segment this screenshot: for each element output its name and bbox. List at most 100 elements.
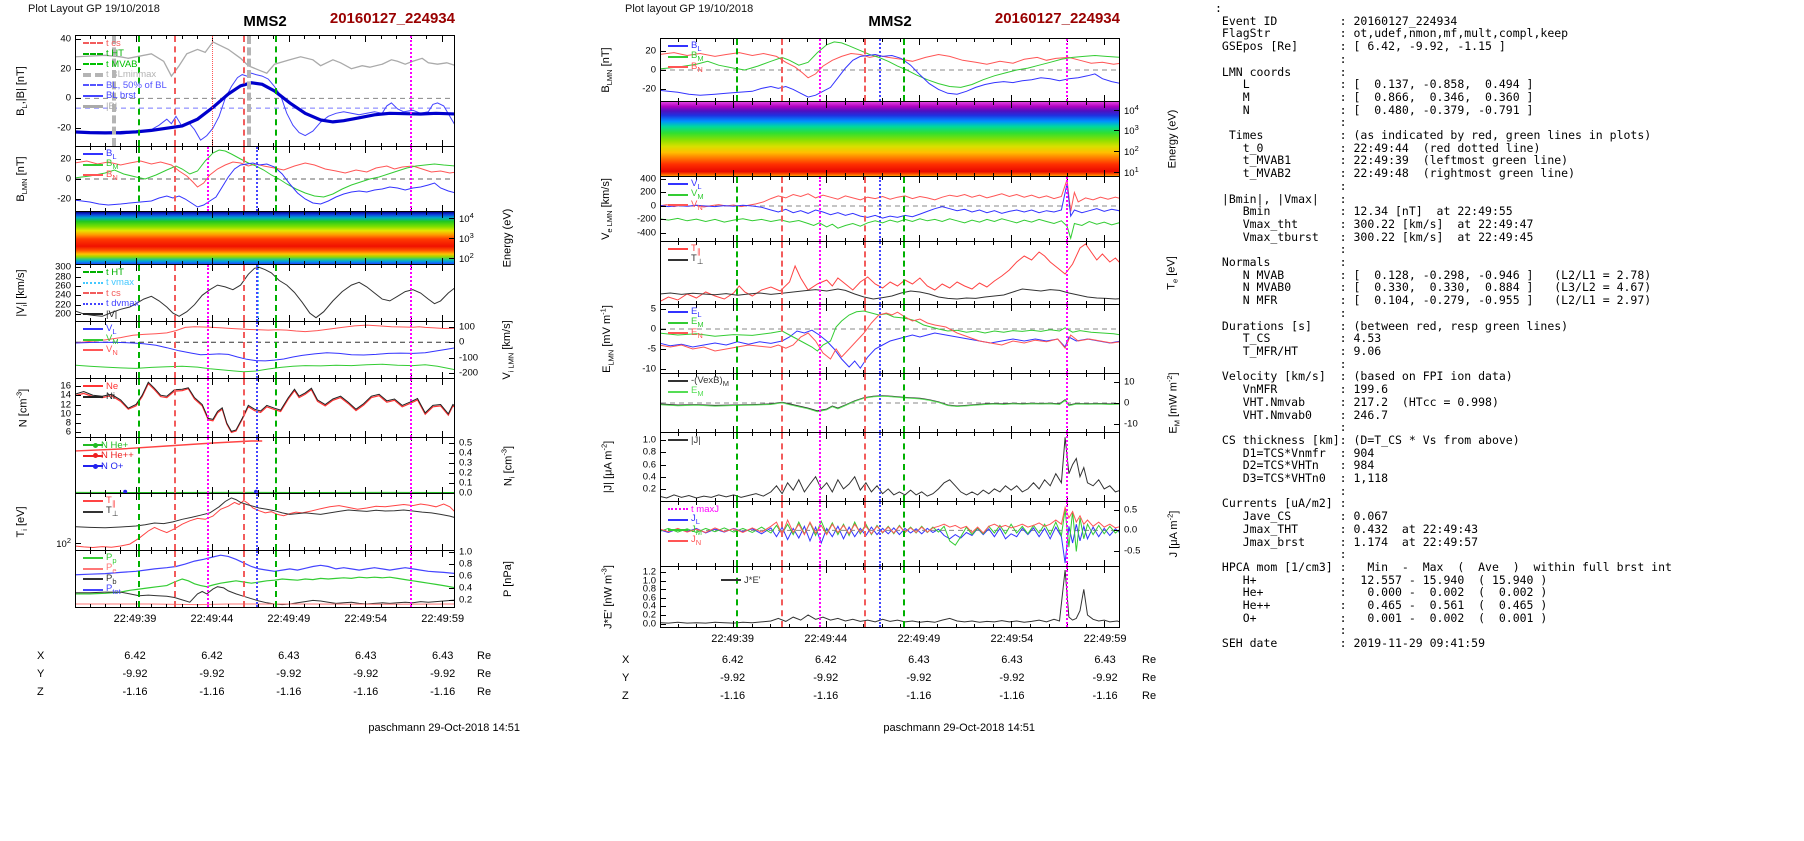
panel-ion-spectrogram: 104 103 102 Energy (eV): [75, 209, 514, 267]
tick-label: -0.5: [1124, 545, 1141, 557]
event-marker-line: [410, 494, 413, 550]
tick-label: 0.8: [459, 558, 473, 570]
event-marker-line: [255, 494, 258, 550]
legend-line-sample: [668, 204, 688, 207]
event-marker-line: [206, 322, 209, 378]
tick-label: 0.2: [642, 483, 656, 495]
legend-line-sample: [668, 45, 688, 48]
legend-label: Ni: [106, 391, 115, 403]
position-value: -1.16: [906, 690, 932, 702]
legend-label: t BLminmax: [106, 69, 157, 81]
panel-jlmn: 0.5 0.0 -0.5 J [μA m-2] t maxJ JL JM JN: [660, 501, 1180, 567]
legend-line-sample: [668, 321, 688, 324]
tick-label: 0.6: [642, 459, 656, 471]
tick-label: 102: [1124, 143, 1139, 158]
event-marker-line: [206, 147, 209, 211]
tick-label: 10: [1124, 376, 1135, 388]
legend-line-sample: [83, 104, 103, 108]
legend-item: EM: [668, 385, 729, 398]
legend-line-sample: [668, 539, 688, 542]
event-marker-line: [255, 551, 258, 607]
position-row-y: Y -9.92 -9.92 -9.92 -9.92 -9.92 Re: [622, 672, 1156, 688]
time-tick-label: 22:49:54: [990, 633, 1034, 645]
event-marker-line: [275, 438, 278, 493]
tick-label: 0.5: [1124, 504, 1138, 516]
legend-item: |V|: [83, 309, 139, 320]
tick-label: 0.6: [459, 570, 473, 582]
legend-line-sample: [668, 508, 688, 511]
event-marker-line: [1066, 242, 1069, 304]
panel-te: Te [eV] T∥ T⊥: [660, 241, 1180, 305]
event-marker-line: [211, 36, 213, 146]
legend-item: t dvmax: [83, 298, 139, 309]
legend-label: BL, 50% of BL: [106, 79, 167, 91]
legend: t maxJ JL JM JN: [668, 504, 719, 547]
panel-bl-b: 40 20 0 -20 BL,|B| [nT] t cs t HT t MVAB t BLmin…: [15, 33, 455, 147]
legend-item: |J|: [668, 435, 701, 446]
event-marker-line: [863, 39, 866, 101]
event-marker-line: [819, 305, 822, 373]
position-value: -1.16: [999, 690, 1025, 702]
legend-label: |J|: [691, 434, 701, 446]
y-axis-label-right: Te [eV]: [1165, 256, 1181, 290]
panel-density: 16 14 12 10 8 6 N [cm-3] Ne Ni: [15, 378, 455, 438]
event-marker-line: [736, 374, 739, 432]
event-marker-line: [863, 374, 866, 432]
tick-label: 0: [650, 64, 656, 76]
legend-label: t HT: [106, 266, 124, 278]
legend-item: BN: [83, 168, 119, 182]
legend-line-sample: [83, 349, 103, 352]
event-marker-line: [819, 433, 822, 501]
event-marker-line: [275, 551, 278, 607]
event-marker-line: [780, 567, 783, 627]
event-marker-line: [410, 322, 413, 378]
event-marker-line: [1066, 433, 1069, 501]
legend-item: t vmax: [83, 277, 139, 289]
legend-label: BN: [106, 168, 118, 182]
tick-label: 102: [56, 535, 71, 550]
legend-line-sample: [668, 248, 688, 251]
legend-item: VN: [83, 344, 119, 357]
event-marker-line: [174, 438, 177, 493]
position-row-z: Z -1.16 -1.16 -1.16 -1.16 -1.16 Re: [622, 690, 1156, 706]
tick-label: 400: [640, 173, 656, 185]
legend-dot: [93, 453, 98, 459]
event-marker-line: [206, 265, 209, 321]
legend-label: N He+: [101, 439, 129, 451]
legend: |J|: [668, 435, 701, 446]
legend-line-sample: [668, 518, 688, 521]
legend-item: J*E': [721, 575, 761, 586]
position-value: -9.92: [720, 672, 746, 684]
legend-dot: [93, 463, 98, 469]
panel-jmag: 1.0 0.8 0.6 0.4 0.2 |J| [μA m-2] |J|: [600, 432, 1120, 502]
tick-label: -10: [642, 363, 656, 375]
y-axis-label: Ti [eV]: [14, 506, 30, 538]
event-marker-line: [878, 374, 881, 432]
legend-item: JN: [668, 534, 719, 547]
legend-label: T⊥: [691, 253, 704, 267]
legend-label: Ptot: [106, 583, 121, 597]
legend: -(VexB)M EM: [668, 375, 729, 398]
legend-item: Ptot: [83, 583, 121, 597]
legend-label: t vmax: [106, 277, 134, 289]
legend-label: t cs: [106, 37, 121, 49]
event-marker-line: [206, 494, 209, 550]
position-value: 6.43: [1094, 654, 1116, 666]
tick-label: 0.0: [1124, 524, 1138, 536]
event-marker-line: [206, 438, 209, 493]
tick-label: 20: [60, 63, 71, 75]
panel-ve-lmn: 400 200 0 -200 -400 Ve LMN [km/s] VL VM VN: [600, 174, 1120, 242]
panel-minor-ions: 0.5 0.4 0.3 0.2 0.1 0.0 Ni [cm-3] N He+ N He++ N …: [75, 437, 516, 499]
legend-line-sample: [83, 302, 103, 305]
event-marker-line: [819, 502, 822, 566]
legend-line-sample: [83, 63, 103, 66]
y-axis-label-right: P [nPa]: [502, 561, 514, 597]
legend-label: Ne: [106, 380, 119, 392]
tick-label: 0: [650, 323, 656, 335]
panel-blmn-m: 20 0 -20 BLMN [nT] BL BM BN: [600, 38, 1120, 102]
legend-label: |B|: [106, 100, 118, 112]
legend-line-sample: [83, 328, 103, 331]
position-row-x: X 6.42 6.42 6.43 6.43 6.43 Re: [622, 654, 1156, 670]
event-marker-line: [878, 39, 881, 101]
event-marker-line: [780, 502, 783, 566]
